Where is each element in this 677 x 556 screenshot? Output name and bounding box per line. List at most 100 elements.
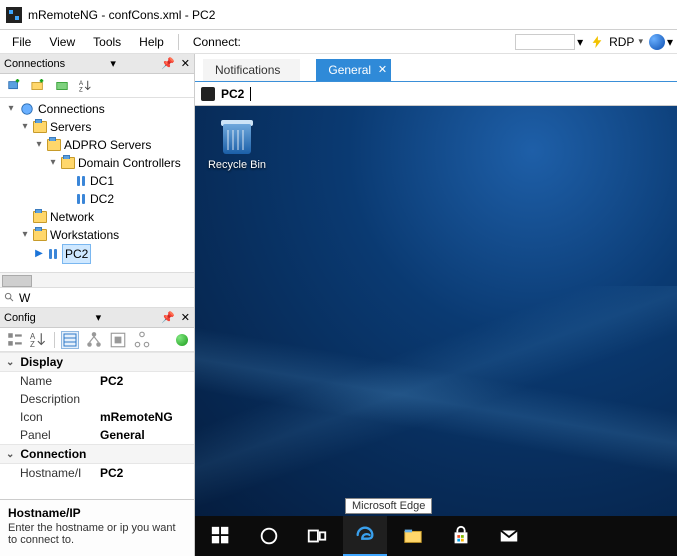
connect-label: Connect:	[185, 33, 249, 51]
right-panel: Notifications General✕ PC2 Recycle Bin M…	[195, 54, 677, 556]
chevron-down-icon: ⌄	[6, 357, 14, 368]
tree-folder-servers[interactable]: ▾Servers	[18, 118, 192, 136]
session-icon	[201, 87, 215, 101]
prop-row-hostname[interactable]: Hostname/IPC2	[0, 464, 194, 482]
tree-folder-workstations[interactable]: ▾Workstations	[18, 226, 192, 244]
tree-connection-pc2[interactable]: ▶PC2	[32, 244, 192, 264]
tree-connection-dc2[interactable]: DC2	[60, 190, 192, 208]
start-button[interactable]	[199, 516, 243, 556]
app-icon	[6, 7, 22, 23]
svg-text:Z: Z	[30, 339, 35, 348]
taskbar-mail[interactable]	[487, 516, 531, 556]
tree-folder-network[interactable]: Network	[18, 208, 192, 226]
close-icon[interactable]: ✕	[181, 57, 190, 70]
window-title: mRemoteNG - confCons.xml - PC2	[28, 8, 215, 22]
folder-icon	[61, 157, 75, 169]
pin-icon[interactable]: 📌	[161, 57, 175, 70]
session-tab-bar: PC2	[195, 82, 677, 106]
view-icon[interactable]	[54, 78, 70, 94]
session-caret	[250, 87, 251, 101]
menu-separator	[178, 34, 179, 50]
folder-icon	[33, 121, 47, 133]
connection-icon	[75, 175, 87, 187]
left-panel: Connections ▾ 📌 ✕ AZ ▾Connections ▾Serve…	[0, 54, 195, 556]
cortana-button[interactable]	[247, 516, 291, 556]
svg-text:Z: Z	[79, 86, 83, 93]
menu-tools[interactable]: Tools	[85, 33, 129, 51]
prop-row-description[interactable]: Description	[0, 390, 194, 408]
protocol-selector[interactable]: RDP ▾	[585, 34, 647, 50]
tree-folder-adpro[interactable]: ▾ADPRO Servers	[32, 136, 192, 154]
help-title: Hostname/IP	[8, 506, 186, 520]
pin-icon[interactable]: 📌	[161, 311, 175, 324]
recycle-bin-icon	[219, 116, 255, 156]
default-prop-icon[interactable]	[109, 331, 127, 349]
tab-general[interactable]: General✕	[316, 59, 391, 81]
prop-category-display[interactable]: ⌄Display	[0, 352, 194, 372]
tab-notifications[interactable]: Notifications	[203, 59, 300, 81]
chevron-down-icon: ⌄	[6, 449, 14, 460]
help-body: Enter the hostname or ip you want to con…	[8, 522, 186, 546]
connection-icon	[47, 248, 59, 260]
play-icon: ▶	[34, 245, 44, 263]
connections-panel-header: Connections ▾ 📌 ✕	[0, 54, 194, 74]
tree-hscrollbar[interactable]	[0, 272, 194, 288]
close-icon[interactable]: ✕	[181, 311, 190, 324]
globe-dropdown-icon[interactable]: ▾	[667, 35, 673, 49]
property-grid[interactable]: ⌄Display NamePC2 Description IconmRemote…	[0, 352, 194, 499]
desktop-recycle-bin[interactable]: Recycle Bin	[205, 116, 269, 171]
protocol-label: RDP	[609, 35, 634, 49]
tree-root[interactable]: ▾Connections	[4, 100, 192, 118]
taskbar-tooltip: Microsoft Edge	[345, 498, 432, 514]
menu-file[interactable]: File	[4, 33, 39, 51]
remote-taskbar	[195, 516, 677, 556]
taskbar-store[interactable]	[439, 516, 483, 556]
document-tabs: Notifications General✕	[195, 54, 677, 82]
prop-row-name[interactable]: NamePC2	[0, 372, 194, 390]
tree-connection-dc1[interactable]: DC1	[60, 172, 192, 190]
menu-help[interactable]: Help	[131, 33, 172, 51]
sort-az-icon[interactable]: AZ	[78, 78, 94, 94]
task-view-button[interactable]	[295, 516, 339, 556]
new-connection-icon[interactable]	[6, 78, 22, 94]
folder-icon	[47, 139, 61, 151]
root-icon	[19, 101, 35, 117]
folder-icon	[33, 211, 47, 223]
folder-icon	[33, 229, 47, 241]
menu-view[interactable]: View	[41, 33, 83, 51]
connection-icon	[75, 193, 87, 205]
quickconnect-host-input[interactable]	[515, 34, 575, 50]
close-icon[interactable]: ✕	[378, 63, 387, 76]
panel-menu-icon[interactable]: ▾	[110, 57, 116, 70]
quickconnect-host-dropdown-icon[interactable]: ▾	[577, 35, 583, 49]
titlebar: mRemoteNG - confCons.xml - PC2	[0, 0, 677, 30]
connection-tree[interactable]: ▾Connections ▾Servers ▾ADPRO Servers ▾Do…	[0, 98, 194, 272]
prop-category-connection[interactable]: ⌄Connection	[0, 444, 194, 464]
remote-desktop-view[interactable]: Recycle Bin Microsoft Edge	[195, 106, 677, 556]
default-inh-icon[interactable]	[133, 331, 151, 349]
prop-row-icon[interactable]: IconmRemoteNG	[0, 408, 194, 426]
new-folder-icon[interactable]	[30, 78, 46, 94]
chevron-down-icon: ▾	[638, 36, 643, 47]
taskbar-edge[interactable]	[343, 516, 387, 556]
inheritance-icon[interactable]	[85, 331, 103, 349]
config-panel-title: Config	[4, 312, 36, 324]
globe-icon[interactable]	[649, 34, 665, 50]
connections-panel-title: Connections	[4, 58, 65, 70]
config-toolbar: AZ	[0, 328, 194, 352]
status-connected-icon	[176, 334, 188, 346]
lightning-icon	[589, 34, 605, 50]
tree-folder-dcs[interactable]: ▾Domain Controllers	[46, 154, 192, 172]
panel-menu-icon[interactable]: ▾	[96, 311, 102, 324]
properties-icon[interactable]	[61, 331, 79, 349]
tree-search	[0, 288, 194, 308]
categorized-icon[interactable]	[6, 331, 24, 349]
prop-row-panel[interactable]: PanelGeneral	[0, 426, 194, 444]
alphabetical-icon[interactable]: AZ	[30, 331, 48, 349]
menubar: File View Tools Help Connect: ▾ RDP ▾ ▾	[0, 30, 677, 54]
config-panel-header: Config ▾ 📌 ✕	[0, 308, 194, 328]
taskbar-explorer[interactable]	[391, 516, 435, 556]
connections-toolbar: AZ	[0, 74, 194, 98]
tree-search-input[interactable]	[19, 291, 190, 305]
session-label[interactable]: PC2	[221, 87, 244, 101]
